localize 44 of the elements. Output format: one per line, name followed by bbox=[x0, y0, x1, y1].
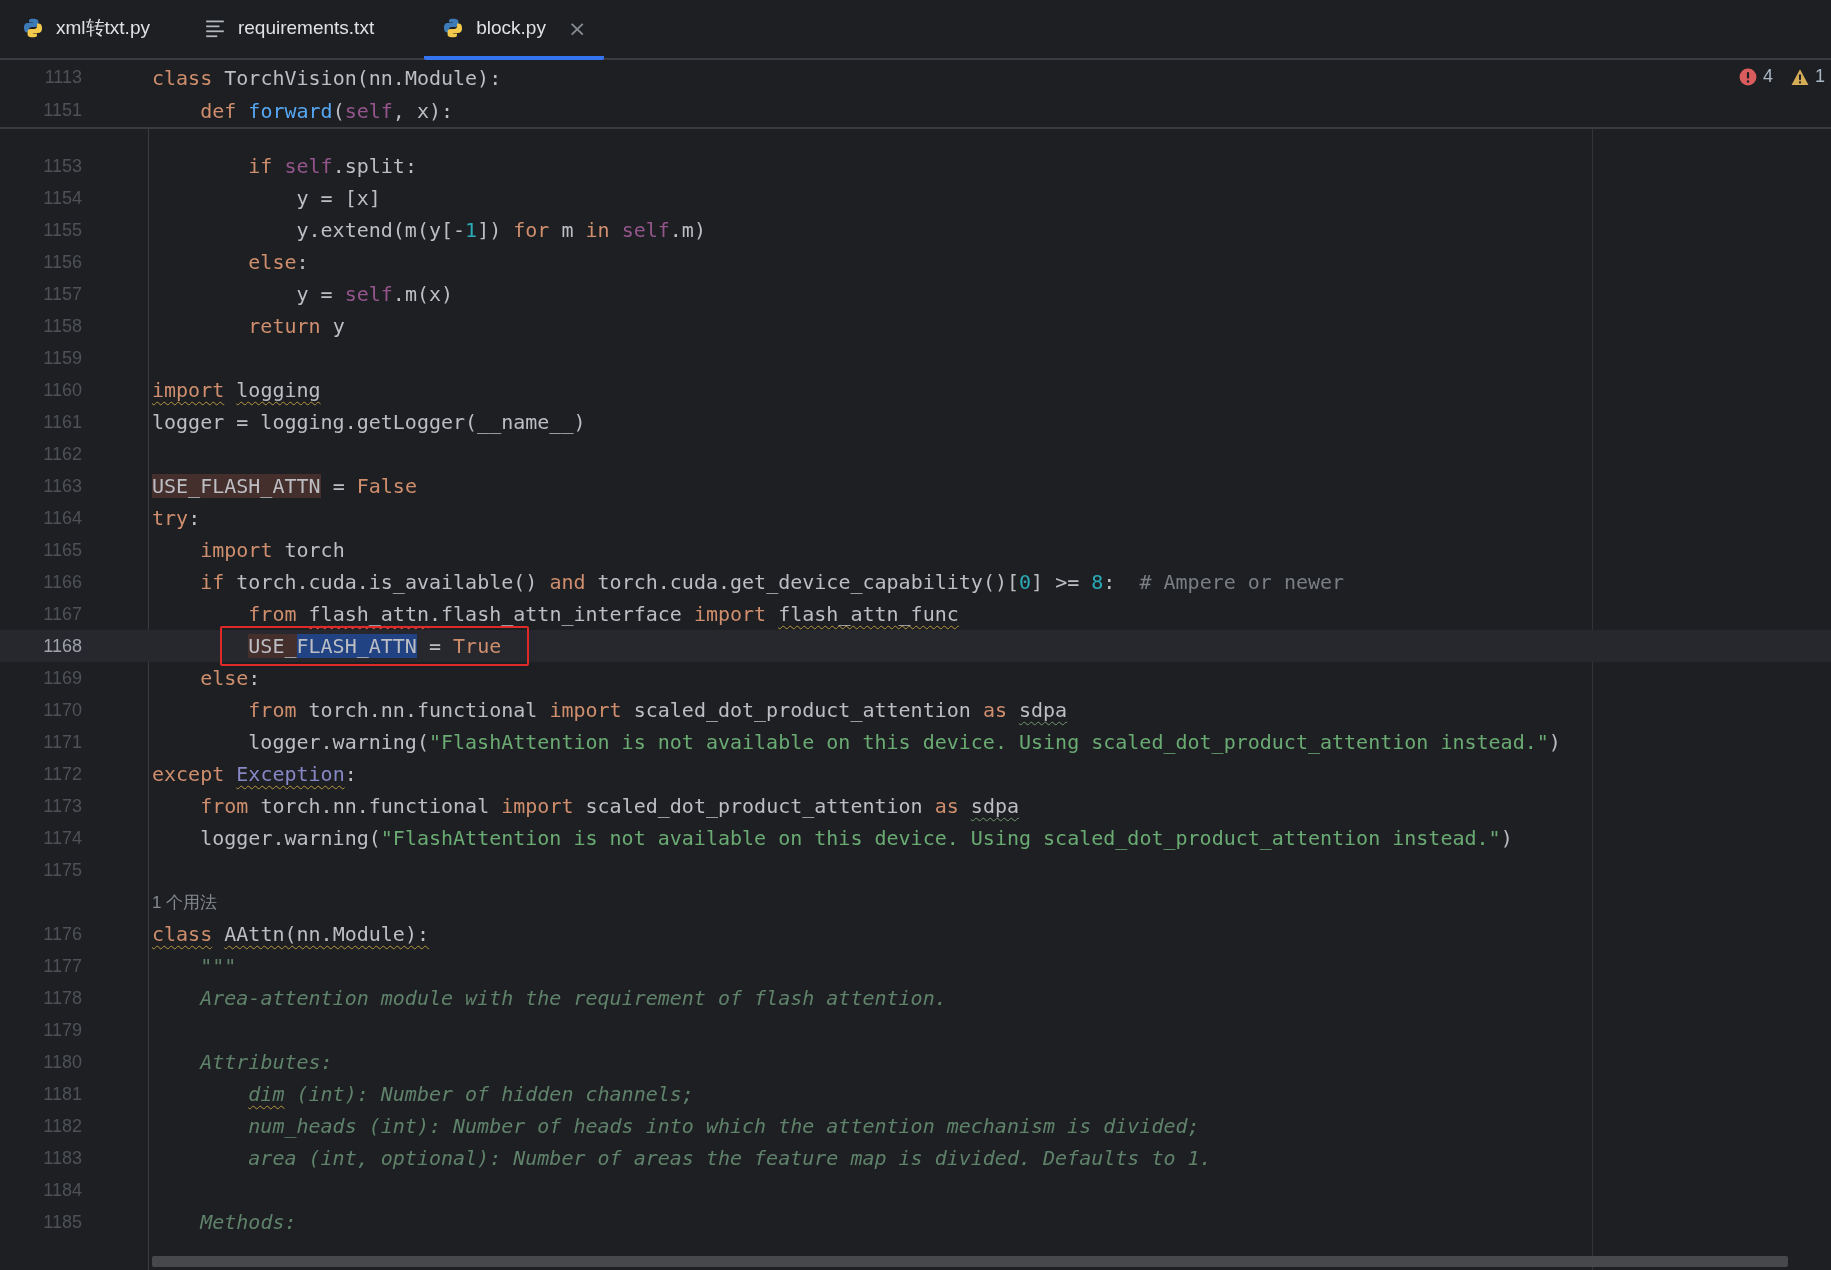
code-line: y = [x] bbox=[295, 186, 381, 210]
code-line: logger.warning("FlashAttention is not available on this device. Using scaled_dot_product_attention instead.") bbox=[247, 730, 1561, 754]
error-count[interactable]: 4 bbox=[1762, 66, 1773, 87]
python-file-icon bbox=[442, 17, 465, 39]
code-line: return y bbox=[247, 314, 345, 338]
file-tab[interactable]: requirements.txt bbox=[199, 0, 389, 60]
tab-label: block.py bbox=[476, 17, 546, 39]
close-tab-button[interactable]: × bbox=[563, 15, 591, 41]
code-line: Area-attention module with the requirement of flash attention. bbox=[198, 986, 947, 1010]
line-number: 1168 bbox=[42, 635, 82, 657]
code-line: except Exception: bbox=[152, 762, 357, 786]
code-line: logger = logging.getLogger(__name__) bbox=[152, 410, 586, 434]
code-line: from flash_attn.flash_attn_interface import flash_attn_func bbox=[247, 602, 959, 626]
code-line: y.extend(m(y[-1]) for m in self.m) bbox=[295, 218, 706, 242]
code-line: num_heads (int): Number of heads into which the attention mechanism is divided; bbox=[247, 1114, 1200, 1138]
code-line: from torch.nn.functional import scaled_dot_product_attention as sdpa bbox=[199, 794, 1019, 818]
tab-label: xml转txt.py bbox=[56, 16, 150, 40]
code-line: class TorchVision(nn.Module): bbox=[152, 65, 502, 90]
code-line: import torch bbox=[199, 538, 345, 562]
code-line: class AAttn(nn.Module): bbox=[152, 922, 429, 946]
file-tab[interactable]: xml转txt.py bbox=[18, 0, 164, 60]
horizontal-scrollbar[interactable] bbox=[152, 1256, 1788, 1267]
code-line: if self.split: bbox=[247, 154, 417, 178]
code-line: USE_FLASH_ATTN = False bbox=[152, 474, 417, 498]
code-line: try: bbox=[152, 506, 201, 530]
code-line: Methods: bbox=[198, 1210, 297, 1234]
code-line: logger.warning("FlashAttention is not available on this device. Using scaled_dot_product_attention instead.") bbox=[199, 826, 1513, 850]
code-line: """ bbox=[199, 954, 237, 978]
code-line: Attributes: bbox=[198, 1050, 333, 1074]
usage-hint[interactable]: 1 个用法 bbox=[152, 890, 218, 914]
code-line: if torch.cuda.is_available() and torch.cuda.get_device_capability()[0] >= 8: # Ampere or newer bbox=[199, 570, 1345, 594]
code-line: else: bbox=[247, 250, 309, 274]
warning-count[interactable]: 1 bbox=[1815, 66, 1825, 87]
warning-icon bbox=[1791, 67, 1809, 86]
code-line: from torch.nn.functional import scaled_dot_product_attention as sdpa bbox=[247, 698, 1068, 722]
code-line: area (int, optional): Number of areas the feature map is divided. Defaults to 1. bbox=[247, 1146, 1212, 1170]
error-icon bbox=[1738, 67, 1757, 86]
code-line: import logging bbox=[152, 378, 321, 402]
code-line: y = self.m(x) bbox=[295, 282, 454, 306]
code-line: dim (int): Number of hidden channels; bbox=[247, 1082, 694, 1106]
code-line: else: bbox=[199, 666, 261, 690]
tab-label: requirements.txt bbox=[237, 17, 375, 39]
python-file-icon bbox=[22, 17, 44, 39]
code-line: def forward(self, x): bbox=[199, 98, 454, 123]
